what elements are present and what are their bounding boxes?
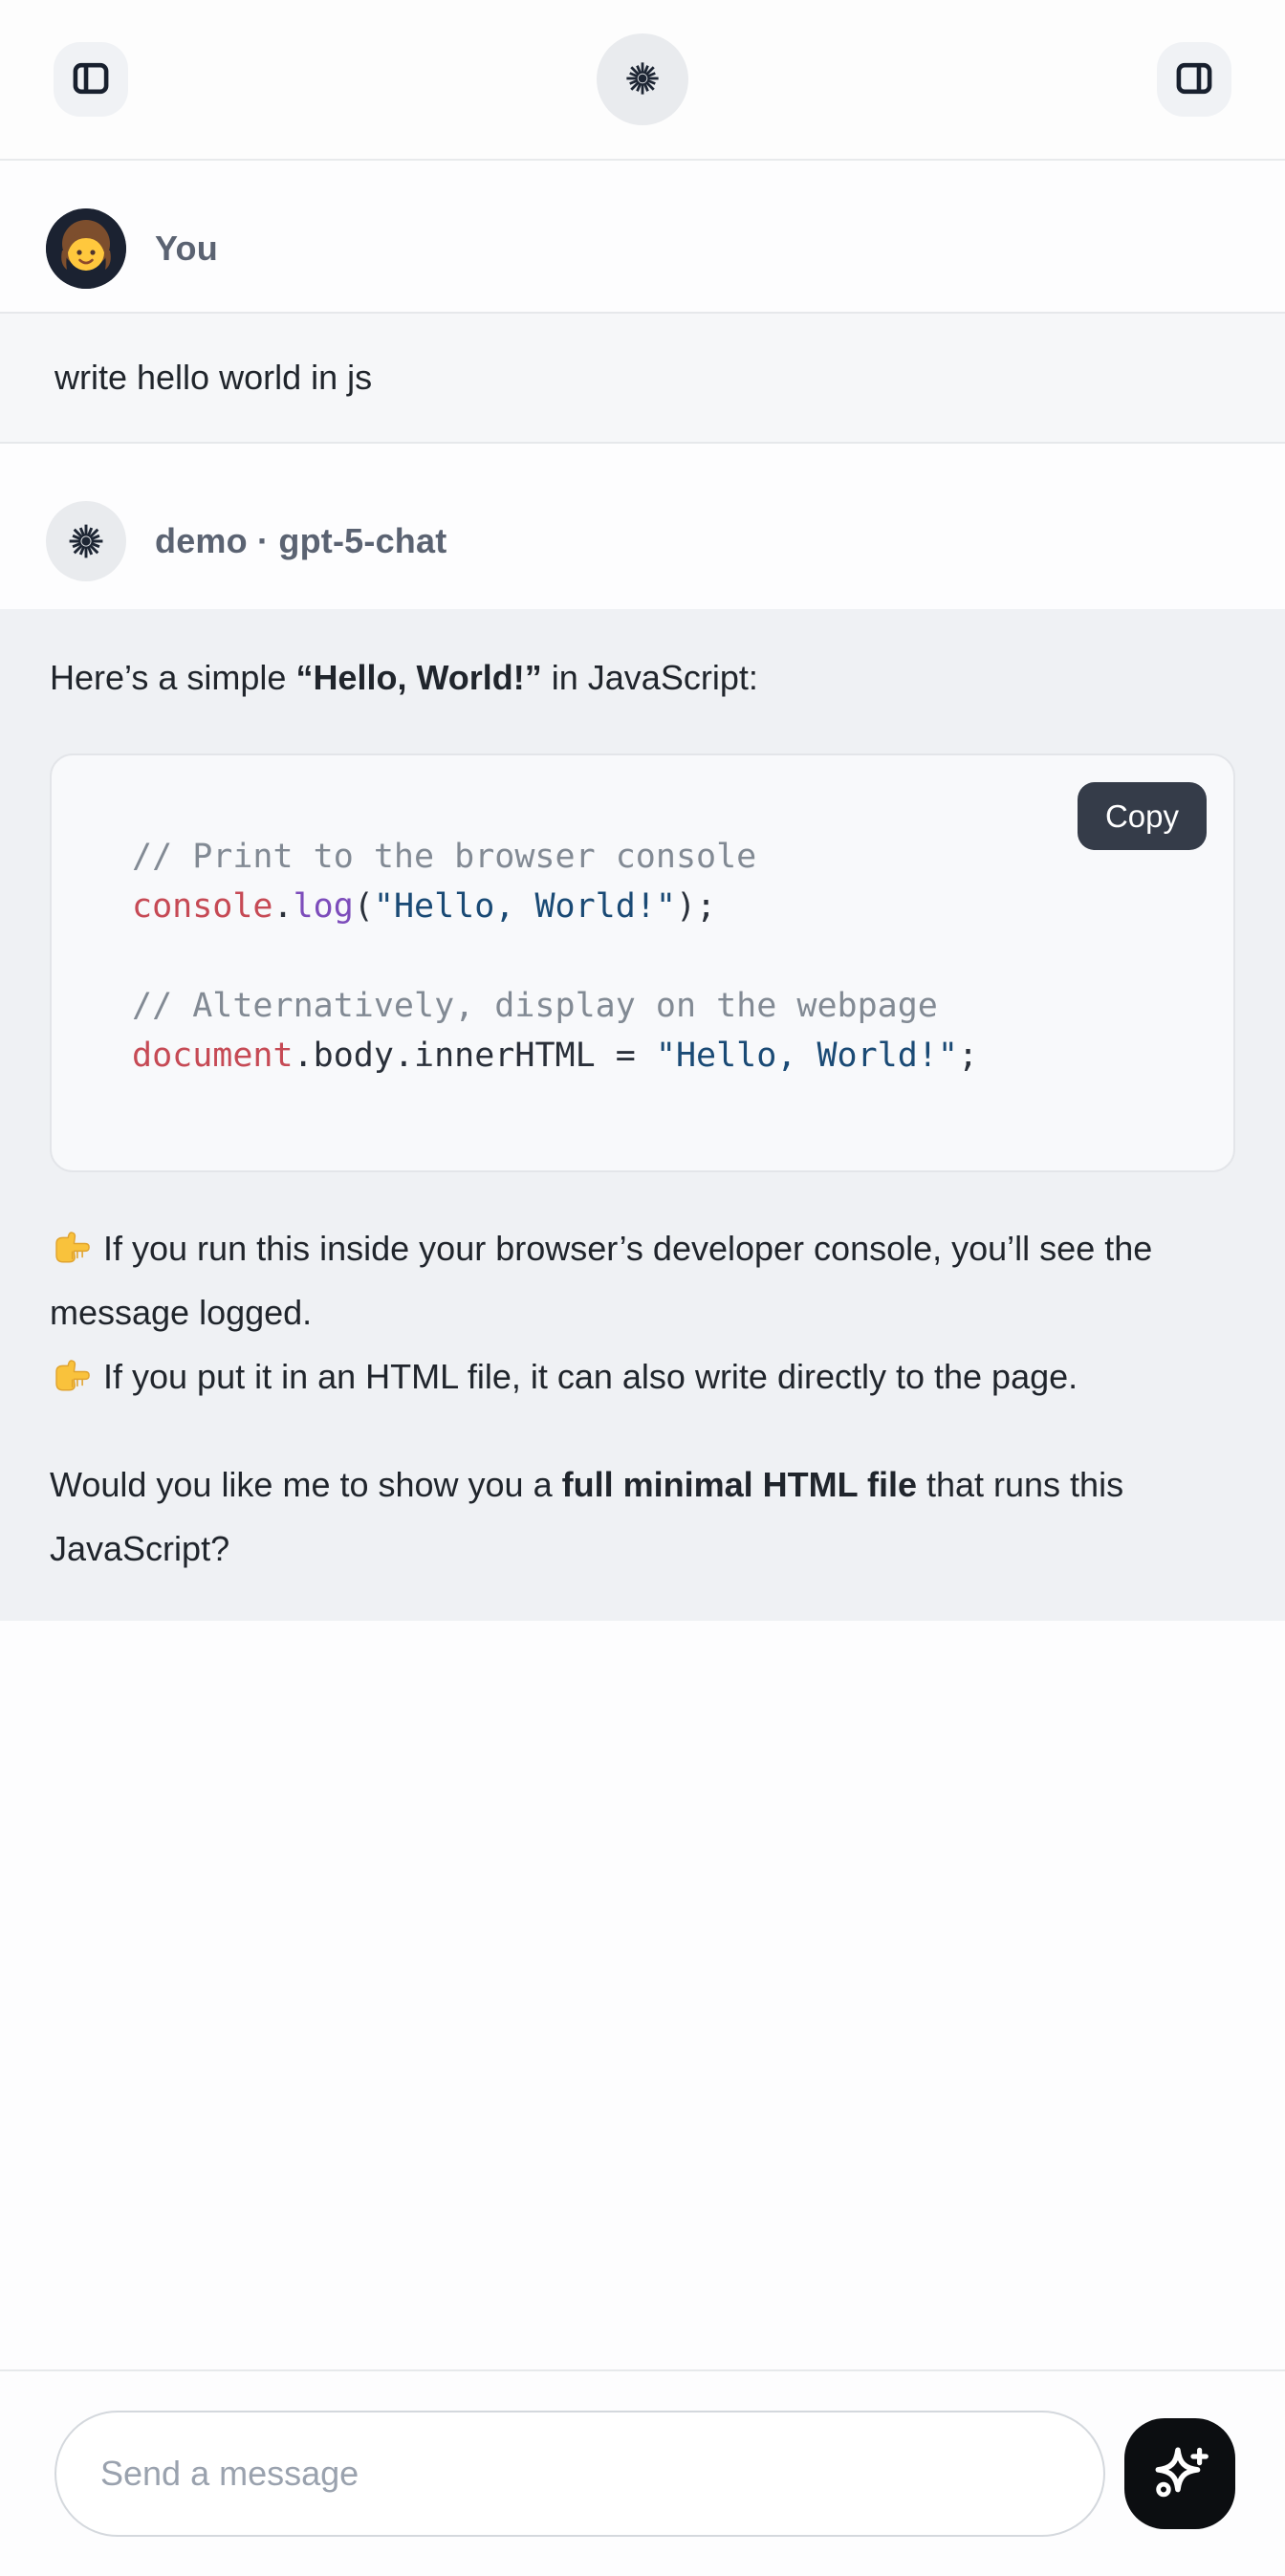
code-block: Copy // Print to the browser consolecons… [50,753,1235,1172]
starburst-logo-icon [622,58,663,101]
code-content: // Print to the browser consoleconsole.l… [52,755,1233,1170]
code-line: // Alternatively, display on the webpage [132,981,1195,1031]
user-avatar [46,208,126,289]
pointing-right-emoji [50,1223,90,1263]
assistant-avatar [46,501,126,581]
user-message-bubble: write hello world in js [0,312,1285,444]
copy-code-button[interactable]: Copy [1078,782,1207,850]
assistant-paragraph: If you run this inside your browser’s de… [50,1216,1235,1408]
assistant-author-name: demo · gpt-5-chat [155,521,446,561]
assistant-paragraph: Would you like me to show you a full min… [50,1452,1235,1581]
user-message-text: write hello world in js [54,358,372,397]
assistant-paragraphs: If you run this inside your browser’s de… [50,1216,1235,1581]
assistant-message-bubble: Here’s a simple “Hello, World!” in JavaS… [0,609,1285,1621]
user-author-name: You [155,229,218,269]
user-message-header: You [0,208,1285,289]
code-line: console.log("Hello, World!"); [132,882,1195,931]
bold-text: full minimal HTML file [562,1465,917,1504]
composer-bar [0,2369,1285,2576]
sparkle-icon [1148,2441,1211,2507]
code-line: document.body.innerHTML = "Hello, World!… [132,1031,1195,1081]
right-panel-toggle-button[interactable] [1157,42,1231,117]
chat-app: You write hello world in js demo · gpt-5… [0,0,1285,2576]
app-logo-button[interactable] [597,33,688,125]
bold-text: “Hello, World!” [295,658,541,697]
assistant-intro-text: Here’s a simple “Hello, World!” in JavaS… [50,645,1235,709]
panel-left-icon [69,56,113,103]
panel-right-icon [1172,56,1216,103]
sidebar-toggle-button[interactable] [54,42,128,117]
pointing-right-emoji [50,1351,90,1391]
send-button[interactable] [1124,2418,1235,2529]
code-line: // Print to the browser console [132,832,1195,882]
person-emoji-icon [46,208,126,289]
code-line [132,931,1195,981]
assistant-message-header: demo · gpt-5-chat [0,501,1285,581]
starburst-icon [65,520,107,562]
message-input[interactable] [54,2411,1105,2537]
top-bar [0,0,1285,161]
